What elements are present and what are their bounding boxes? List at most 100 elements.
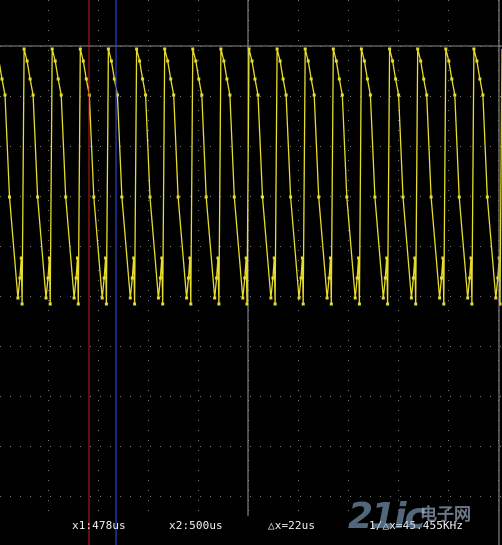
grid-dot: [348, 50, 349, 51]
sample-point: [18, 276, 22, 280]
grid-dot: [340, 296, 341, 297]
grid-dot: [398, 370, 399, 371]
sample-point: [337, 77, 341, 81]
sample-point: [200, 93, 204, 97]
sample-point: [425, 93, 429, 97]
grid-dot: [200, 146, 201, 147]
grid-dot: [360, 396, 361, 397]
grid-dot: [310, 146, 311, 147]
sample-point: [485, 195, 489, 199]
grid-dot: [198, 40, 199, 41]
grid-dot: [380, 346, 381, 347]
grid-dot: [348, 200, 349, 201]
grid-dot: [348, 80, 349, 81]
sample-point: [204, 195, 208, 199]
grid-dot: [398, 390, 399, 391]
grid-dot: [200, 446, 201, 447]
grid-dot: [298, 140, 299, 141]
grid-dot: [48, 210, 49, 211]
grid-dot: [0, 446, 1, 447]
grid-dot: [448, 300, 449, 301]
grid-dot: [10, 246, 11, 247]
grid-dot: [380, 96, 381, 97]
grid-dot: [20, 296, 21, 297]
sample-point: [141, 77, 145, 81]
grid-dot: [198, 330, 199, 331]
grid-dot: [140, 346, 141, 347]
grid-dot: [470, 246, 471, 247]
sample-point: [468, 276, 472, 280]
grid-dot: [460, 446, 461, 447]
grid-dot: [240, 446, 241, 447]
grid-dot: [40, 296, 41, 297]
grid-dot: [290, 246, 291, 247]
grid-dot: [298, 80, 299, 81]
grid-dot: [398, 400, 399, 401]
grid-dot: [398, 410, 399, 411]
grid-dot: [298, 100, 299, 101]
grid-dot: [90, 196, 91, 197]
grid-dot: [148, 300, 149, 301]
grid-dot: [90, 246, 91, 247]
grid-dot: [280, 346, 281, 347]
grid-dot: [148, 100, 149, 101]
sample-point: [215, 276, 219, 280]
grid-dot: [380, 396, 381, 397]
grid-dot: [48, 430, 49, 431]
grid-dot: [390, 446, 391, 447]
sample-point: [472, 47, 476, 51]
sample-point: [306, 59, 310, 63]
grid-dot: [298, 310, 299, 311]
grid-dot: [250, 446, 251, 447]
grid-dot: [50, 396, 51, 397]
grid-dot: [20, 196, 21, 197]
grid-dot: [400, 196, 401, 197]
grid-dot: [110, 196, 111, 197]
grid-dot: [448, 180, 449, 181]
grid-dot: [398, 70, 399, 71]
grid-dot: [448, 270, 449, 271]
sample-point: [273, 302, 277, 306]
grid-dot: [350, 396, 351, 397]
sample-point: [104, 302, 108, 306]
grid-dot: [340, 196, 341, 197]
grid-dot: [98, 150, 99, 151]
grid-dot: [398, 490, 399, 491]
sample-point: [76, 302, 80, 306]
grid-dot: [348, 240, 349, 241]
grid-dot: [48, 10, 49, 11]
grid-dot: [420, 396, 421, 397]
grid-dot: [48, 440, 49, 441]
grid-dot: [448, 30, 449, 31]
sample-point: [297, 296, 301, 300]
grid-dot: [300, 246, 301, 247]
sample-point: [53, 59, 57, 63]
grid-dot: [448, 120, 449, 121]
grid-dot: [480, 446, 481, 447]
grid-dot: [440, 246, 441, 247]
grid-dot: [48, 60, 49, 61]
sample-point: [334, 59, 338, 63]
grid-dot: [348, 170, 349, 171]
sample-point: [78, 47, 82, 51]
grid-dot: [50, 446, 51, 447]
sample-point: [444, 47, 448, 51]
grid-dot: [398, 150, 399, 151]
grid-dot: [348, 270, 349, 271]
grid-dot: [98, 320, 99, 321]
grid-dot: [0, 96, 1, 97]
grid-dot: [430, 96, 431, 97]
sample-point: [92, 195, 96, 199]
grid-dot: [290, 496, 291, 497]
grid-dot: [450, 446, 451, 447]
grid-dot: [80, 196, 81, 197]
grid-dot: [30, 246, 31, 247]
grid-dot: [410, 146, 411, 147]
sample-point: [132, 256, 136, 260]
grid-dot: [150, 346, 151, 347]
sample-point: [135, 47, 139, 51]
grid-dot: [350, 296, 351, 297]
grid-dot: [98, 350, 99, 351]
grid-dot: [48, 310, 49, 311]
grid-dot: [70, 146, 71, 147]
